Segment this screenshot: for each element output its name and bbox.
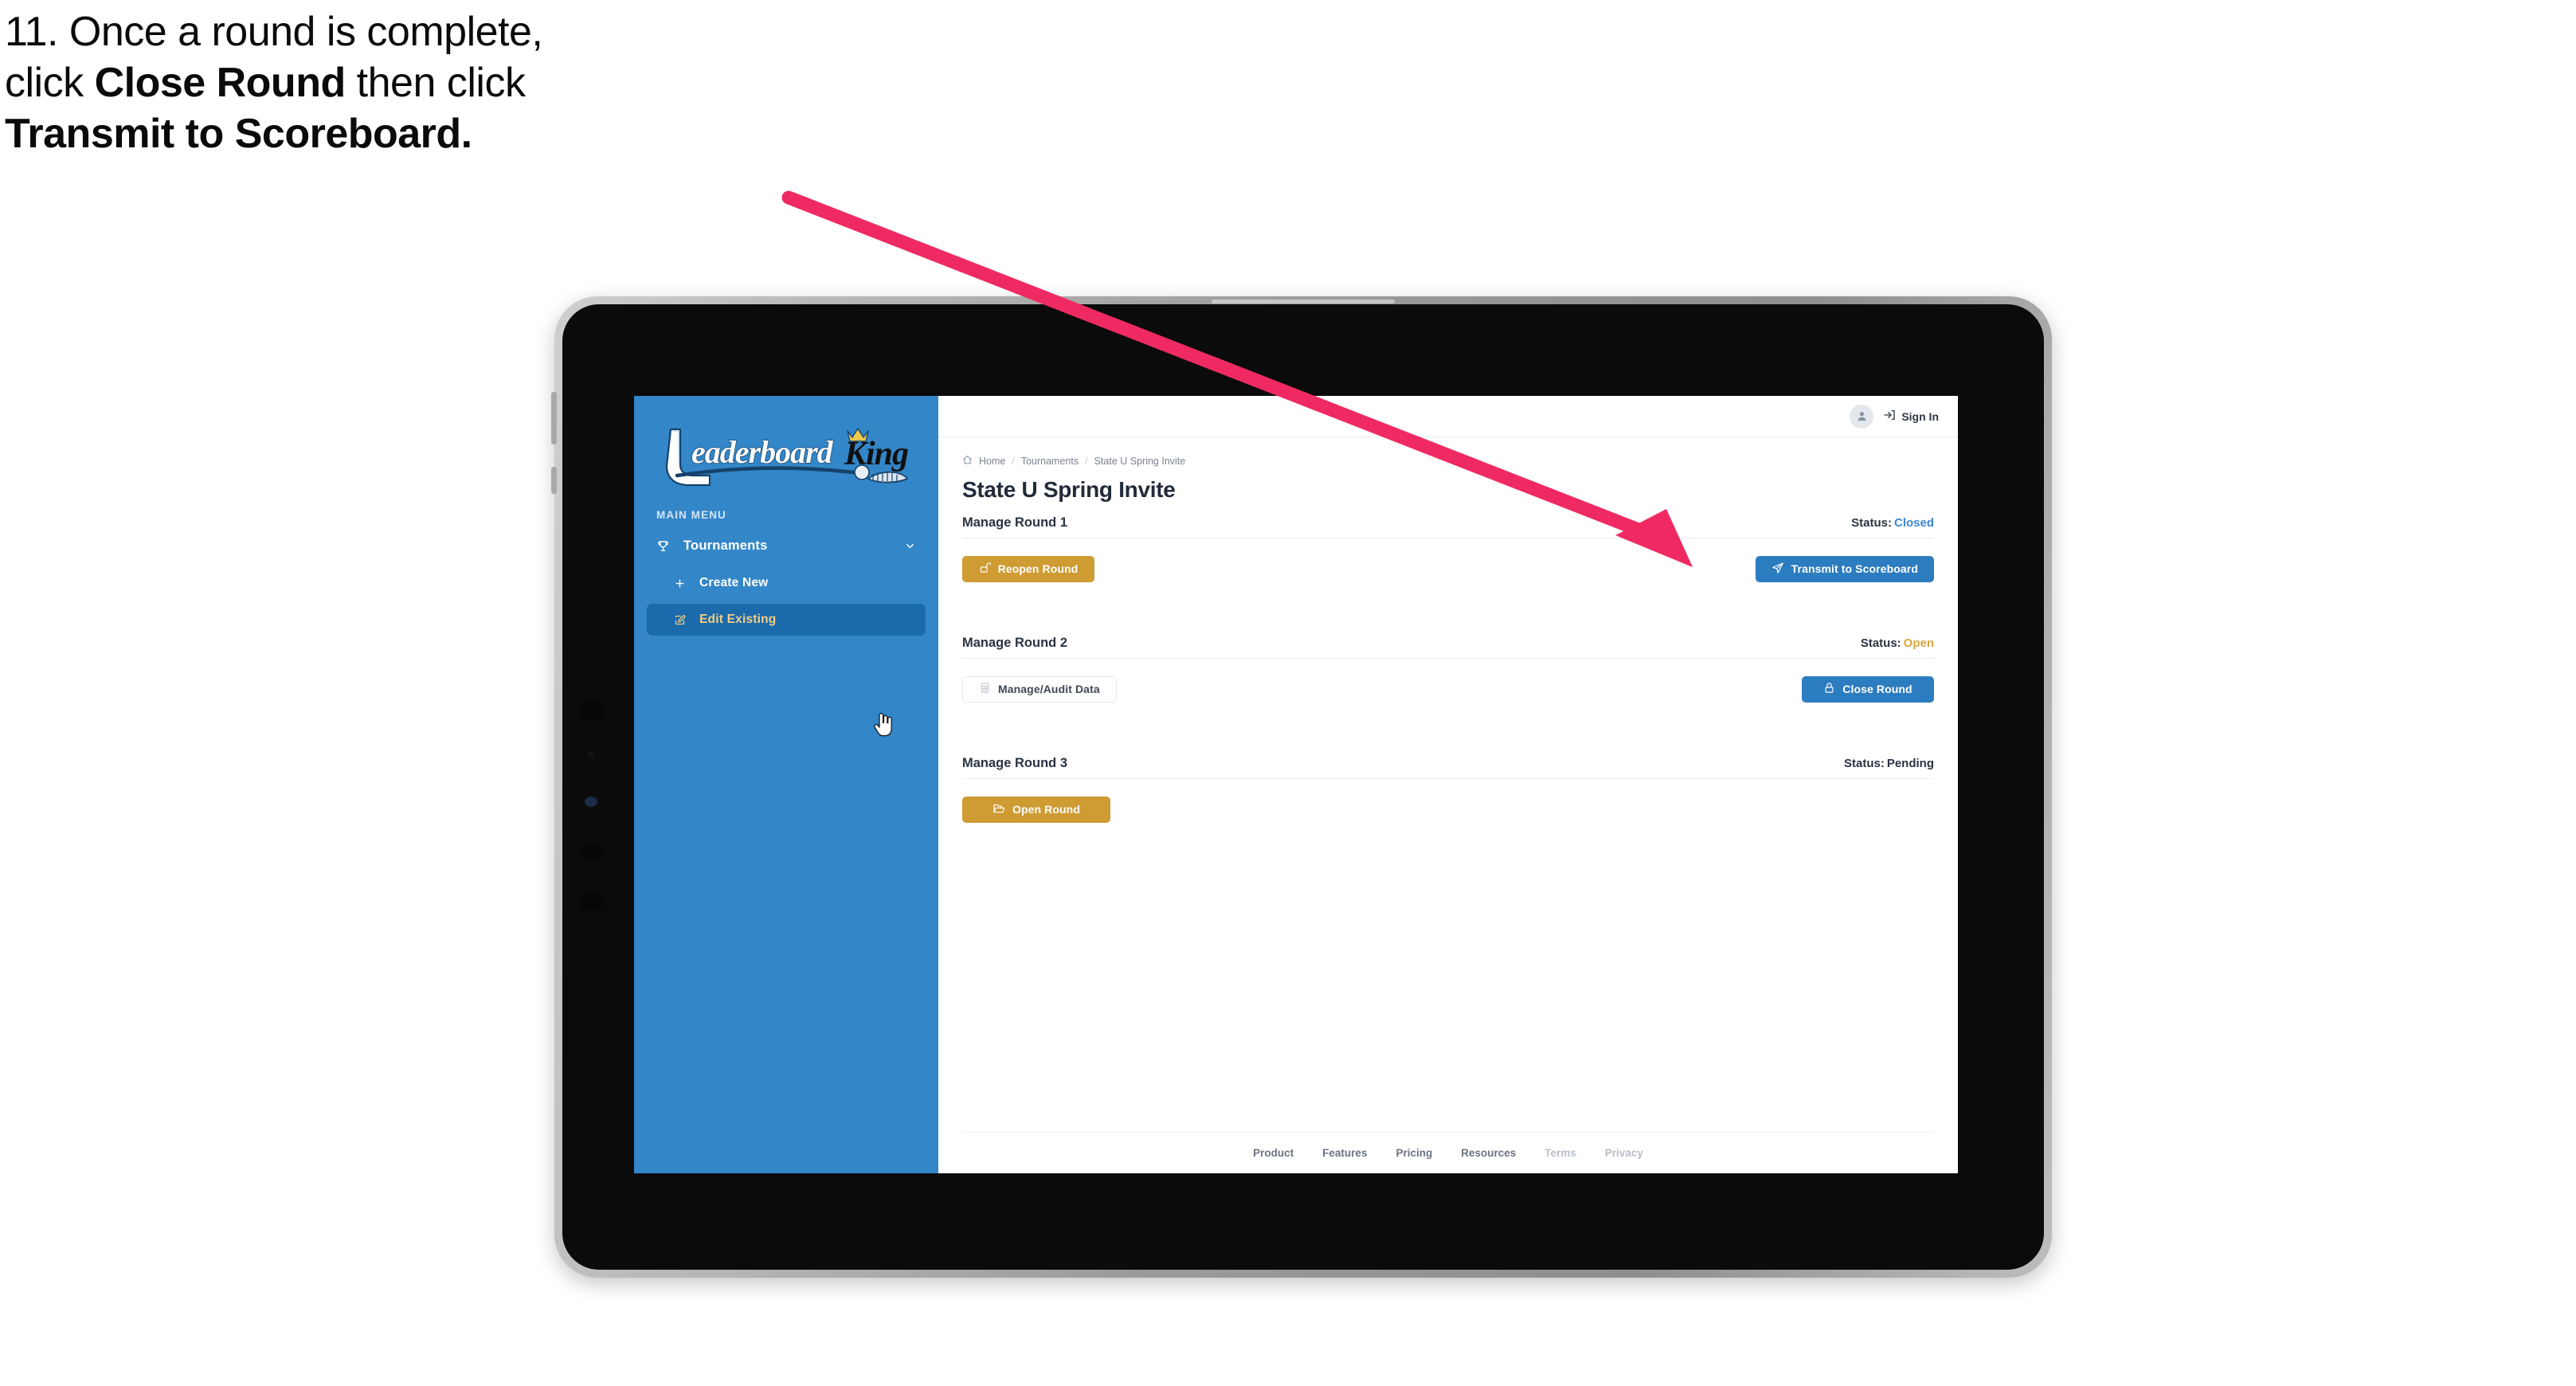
caption-line-2-prefix: click bbox=[5, 60, 95, 106]
svg-text:King: King bbox=[844, 436, 908, 472]
top-bar: Sign In bbox=[938, 396, 1958, 437]
breadcrumb-item-tournaments[interactable]: Tournaments bbox=[1021, 456, 1079, 467]
sidebar-section-label: MAIN MENU bbox=[656, 509, 726, 521]
caption-transmit-bold: Transmit to Scoreboard. bbox=[5, 111, 472, 157]
breadcrumb: Home / Tournaments / State U Spring Invi… bbox=[962, 455, 1934, 468]
tablet-indicator-dot bbox=[585, 797, 597, 807]
round-title: Manage Round 2 bbox=[962, 636, 1068, 650]
round-header: Manage Round 1 Status: Closed bbox=[962, 515, 1934, 538]
breadcrumb-separator: / bbox=[1012, 456, 1015, 467]
round-actions: Manage/Audit Data Close Round bbox=[962, 659, 1934, 708]
round-header: Manage Round 3 Status: Pending bbox=[962, 756, 1934, 779]
round-header: Manage Round 2 Status: Open bbox=[962, 636, 1934, 659]
round-block-1: Manage Round 1 Status: Closed Reopen Rou… bbox=[962, 515, 1934, 588]
caption-close-round-bold: Close Round bbox=[94, 60, 346, 106]
sidebar: eaderboard King MAIN MENU Tournaments Cr… bbox=[634, 396, 938, 1173]
button-label: Open Round bbox=[1012, 803, 1080, 816]
round-title: Manage Round 1 bbox=[962, 515, 1068, 530]
round-status: Status: Open bbox=[1861, 636, 1934, 650]
caption-line-1-text: 11. Once a round is complete, bbox=[5, 9, 543, 55]
footer-link-product[interactable]: Product bbox=[1253, 1147, 1294, 1159]
transmit-to-scoreboard-button[interactable]: Transmit to Scoreboard bbox=[1755, 555, 1934, 582]
breadcrumb-item-current: State U Spring Invite bbox=[1094, 456, 1186, 467]
status-badge: Closed bbox=[1893, 516, 1934, 530]
hand-pointer-cursor bbox=[873, 712, 894, 737]
breadcrumb-separator: / bbox=[1085, 456, 1088, 467]
paper-plane-icon bbox=[1771, 562, 1784, 577]
footer-nav: Product Features Pricing Resources Terms… bbox=[962, 1132, 1934, 1173]
instruction-caption: 11. Once a round is complete, click Clos… bbox=[5, 11, 865, 164]
tablet-volume-button-down[interactable] bbox=[551, 467, 557, 494]
button-label: Manage/Audit Data bbox=[998, 683, 1100, 695]
trophy-icon bbox=[656, 539, 677, 553]
app-logo[interactable]: eaderboard King bbox=[648, 423, 924, 491]
round-actions: Reopen Round Transmit to Scoreboard bbox=[962, 538, 1934, 588]
sign-in-arrow-icon bbox=[1883, 409, 1896, 424]
footer-link-resources[interactable]: Resources bbox=[1461, 1147, 1516, 1159]
sidebar-item-label: Create New bbox=[699, 576, 769, 589]
chevron-down-icon[interactable] bbox=[904, 540, 916, 552]
caption-line-2: click Close Round then click bbox=[5, 62, 865, 104]
round-gap bbox=[962, 715, 1934, 756]
caption-line-2-suffix: then click bbox=[345, 60, 526, 106]
page-title: State U Spring Invite bbox=[962, 477, 1176, 502]
footer-link-pricing[interactable]: Pricing bbox=[1396, 1147, 1432, 1159]
tablet-device: eaderboard King MAIN MENU Tournaments Cr… bbox=[551, 296, 2052, 1278]
round-status: Status: Closed bbox=[1851, 516, 1934, 530]
footer-link-terms[interactable]: Terms bbox=[1544, 1147, 1576, 1159]
status-label: Status: bbox=[1851, 516, 1892, 530]
round-actions: Open Round bbox=[962, 779, 1934, 828]
status-badge: Pending bbox=[1886, 757, 1934, 770]
status-badge: Open bbox=[1903, 636, 1934, 650]
round-gap bbox=[962, 594, 1934, 636]
button-label: Transmit to Scoreboard bbox=[1791, 562, 1918, 575]
sign-in-button[interactable]: Sign In bbox=[1883, 409, 1939, 424]
tablet-speaker-dot bbox=[580, 892, 604, 911]
caption-line-3: Transmit to Scoreboard. bbox=[5, 113, 865, 155]
caption-line-1: 11. Once a round is complete, bbox=[5, 11, 865, 53]
status-label: Status: bbox=[1860, 636, 1901, 650]
button-label: Reopen Round bbox=[997, 562, 1079, 575]
folder-open-icon bbox=[992, 802, 1005, 817]
sidebar-item-tournaments[interactable]: Tournaments bbox=[647, 529, 926, 562]
pencil-square-icon bbox=[674, 614, 695, 626]
sidebar-item-create-new[interactable]: Create New bbox=[647, 567, 926, 599]
sidebar-item-label: Tournaments bbox=[683, 538, 768, 553]
footer-link-features[interactable]: Features bbox=[1322, 1147, 1367, 1159]
tablet-volume-button-up[interactable] bbox=[551, 392, 557, 444]
table-grid-icon bbox=[979, 682, 991, 696]
lock-icon bbox=[1823, 682, 1835, 696]
reopen-round-button[interactable]: Reopen Round bbox=[962, 555, 1094, 582]
svg-text:eaderboard: eaderboard bbox=[691, 434, 834, 470]
sign-in-label: Sign In bbox=[1901, 409, 1939, 423]
app-screen: eaderboard King MAIN MENU Tournaments Cr… bbox=[634, 396, 1958, 1173]
status-label: Status: bbox=[1843, 757, 1885, 770]
round-block-3: Manage Round 3 Status: Pending Open Roun… bbox=[962, 756, 1934, 828]
leaderboard-king-logo-icon: eaderboard King bbox=[665, 428, 909, 487]
button-label: Close Round bbox=[1842, 683, 1912, 695]
breadcrumb-item-home[interactable]: Home bbox=[979, 456, 1005, 467]
home-icon[interactable] bbox=[962, 455, 973, 468]
plus-icon bbox=[674, 578, 695, 589]
footer-link-privacy[interactable]: Privacy bbox=[1605, 1147, 1643, 1159]
unlock-icon bbox=[979, 562, 992, 576]
main-content: Sign In Home / Tournaments / State U Spr… bbox=[938, 396, 1958, 1173]
content-area: Home / Tournaments / State U Spring Invi… bbox=[938, 437, 1958, 1132]
tablet-mic-dot bbox=[580, 843, 604, 862]
sidebar-item-label: Edit Existing bbox=[699, 613, 777, 626]
screenshot-root: 11. Once a round is complete, click Clos… bbox=[0, 0, 2576, 1386]
manage-audit-data-button[interactable]: Manage/Audit Data bbox=[962, 675, 1117, 703]
close-round-button[interactable]: Close Round bbox=[1802, 675, 1934, 703]
tablet-camera-dot bbox=[580, 701, 604, 720]
tablet-speaker-slot bbox=[1212, 300, 1395, 303]
tablet-sensor-dot bbox=[588, 752, 594, 758]
user-avatar-icon[interactable] bbox=[1850, 404, 1874, 429]
round-status: Status: Pending bbox=[1844, 757, 1934, 770]
sidebar-item-edit-existing[interactable]: Edit Existing bbox=[647, 604, 926, 636]
round-block-2: Manage Round 2 Status: Open Manage/Audit… bbox=[962, 636, 1934, 708]
open-round-button[interactable]: Open Round bbox=[962, 796, 1110, 823]
round-title: Manage Round 3 bbox=[962, 756, 1068, 770]
